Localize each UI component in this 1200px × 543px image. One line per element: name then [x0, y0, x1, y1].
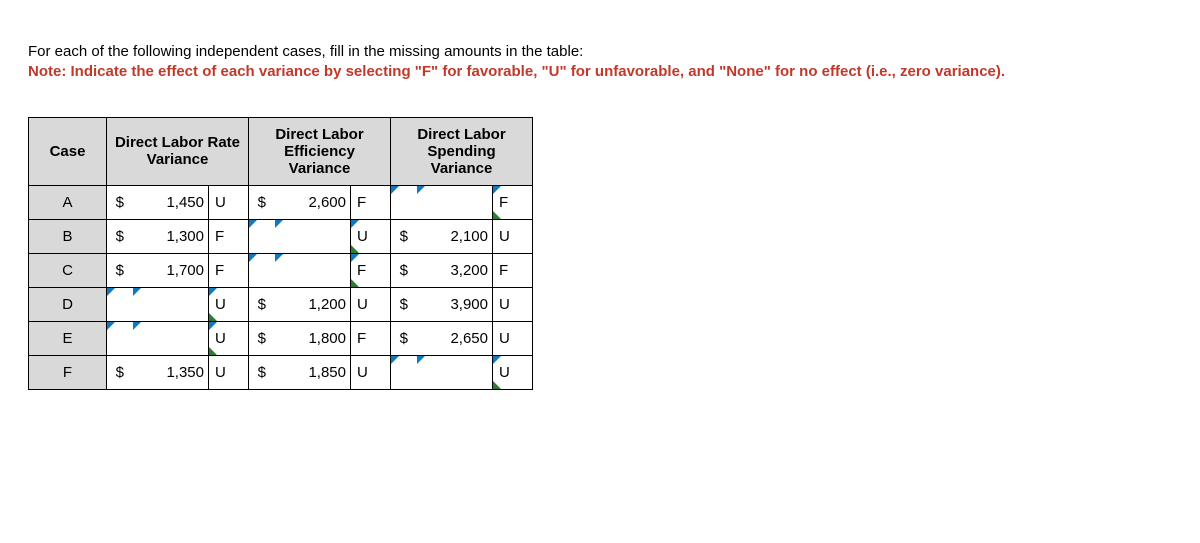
- spending-dollar: $: [391, 253, 417, 287]
- rate-fu[interactable]: U: [209, 321, 249, 355]
- rate-amount: 1,450: [133, 185, 209, 219]
- rate-fu[interactable]: U: [209, 287, 249, 321]
- table-row: C$1,700FF$3,200F: [29, 253, 533, 287]
- rate-fu: U: [209, 355, 249, 389]
- spending-fu: U: [493, 321, 533, 355]
- efficiency-fu: F: [351, 321, 391, 355]
- efficiency-dollar: $: [249, 355, 275, 389]
- rate-fu: F: [209, 253, 249, 287]
- spending-fu: F: [493, 253, 533, 287]
- spending-dollar: $: [391, 287, 417, 321]
- spending-amount: 2,100: [417, 219, 493, 253]
- case-label: D: [29, 287, 107, 321]
- spending-dollar: $: [391, 321, 417, 355]
- rate-dollar: $: [107, 219, 133, 253]
- table-row: B$1,300FU$2,100U: [29, 219, 533, 253]
- case-label: F: [29, 355, 107, 389]
- efficiency-dollar: $: [249, 321, 275, 355]
- spending-dollar[interactable]: [391, 355, 417, 389]
- spending-amount: 3,200: [417, 253, 493, 287]
- case-label: E: [29, 321, 107, 355]
- efficiency-amount: 1,850: [275, 355, 351, 389]
- rate-dollar: $: [107, 185, 133, 219]
- rate-amount[interactable]: [133, 287, 209, 321]
- variance-table: Case Direct Labor Rate Variance Direct L…: [28, 117, 533, 390]
- efficiency-fu: U: [351, 355, 391, 389]
- case-label: A: [29, 185, 107, 219]
- header-spending: Direct Labor Spending Variance: [391, 117, 533, 185]
- table-row: A$1,450U$2,600FF: [29, 185, 533, 219]
- header-efficiency: Direct Labor Efficiency Variance: [249, 117, 391, 185]
- instructions-line1: For each of the following independent ca…: [28, 42, 1172, 62]
- rate-amount: 1,300: [133, 219, 209, 253]
- spending-fu[interactable]: F: [493, 185, 533, 219]
- case-label: C: [29, 253, 107, 287]
- efficiency-fu: F: [351, 185, 391, 219]
- header-row: Case Direct Labor Rate Variance Direct L…: [29, 117, 533, 185]
- efficiency-amount: 2,600: [275, 185, 351, 219]
- rate-dollar: $: [107, 355, 133, 389]
- efficiency-amount[interactable]: [275, 219, 351, 253]
- spending-fu[interactable]: U: [493, 355, 533, 389]
- rate-amount: 1,350: [133, 355, 209, 389]
- spending-amount[interactable]: [417, 355, 493, 389]
- rate-dollar: $: [107, 253, 133, 287]
- instructions-note: Note: Indicate the effect of each varian…: [28, 62, 1172, 82]
- rate-fu: U: [209, 185, 249, 219]
- efficiency-dollar[interactable]: [249, 253, 275, 287]
- spending-fu: U: [493, 219, 533, 253]
- spending-amount: 3,900: [417, 287, 493, 321]
- rate-fu: F: [209, 219, 249, 253]
- rate-dollar[interactable]: [107, 287, 133, 321]
- spending-dollar: $: [391, 219, 417, 253]
- efficiency-amount: 1,200: [275, 287, 351, 321]
- efficiency-dollar: $: [249, 185, 275, 219]
- spending-fu: U: [493, 287, 533, 321]
- table-row: F$1,350U$1,850UU: [29, 355, 533, 389]
- table-row: EU$1,800F$2,650U: [29, 321, 533, 355]
- spending-amount: 2,650: [417, 321, 493, 355]
- rate-amount[interactable]: [133, 321, 209, 355]
- case-label: B: [29, 219, 107, 253]
- efficiency-fu[interactable]: U: [351, 219, 391, 253]
- rate-dollar[interactable]: [107, 321, 133, 355]
- rate-amount: 1,700: [133, 253, 209, 287]
- efficiency-amount: 1,800: [275, 321, 351, 355]
- spending-amount[interactable]: [417, 185, 493, 219]
- spending-dollar[interactable]: [391, 185, 417, 219]
- instructions: For each of the following independent ca…: [28, 42, 1172, 83]
- efficiency-amount[interactable]: [275, 253, 351, 287]
- efficiency-dollar[interactable]: [249, 219, 275, 253]
- table-row: DU$1,200U$3,900U: [29, 287, 533, 321]
- header-case: Case: [29, 117, 107, 185]
- efficiency-fu[interactable]: F: [351, 253, 391, 287]
- header-rate: Direct Labor Rate Variance: [107, 117, 249, 185]
- efficiency-fu: U: [351, 287, 391, 321]
- efficiency-dollar: $: [249, 287, 275, 321]
